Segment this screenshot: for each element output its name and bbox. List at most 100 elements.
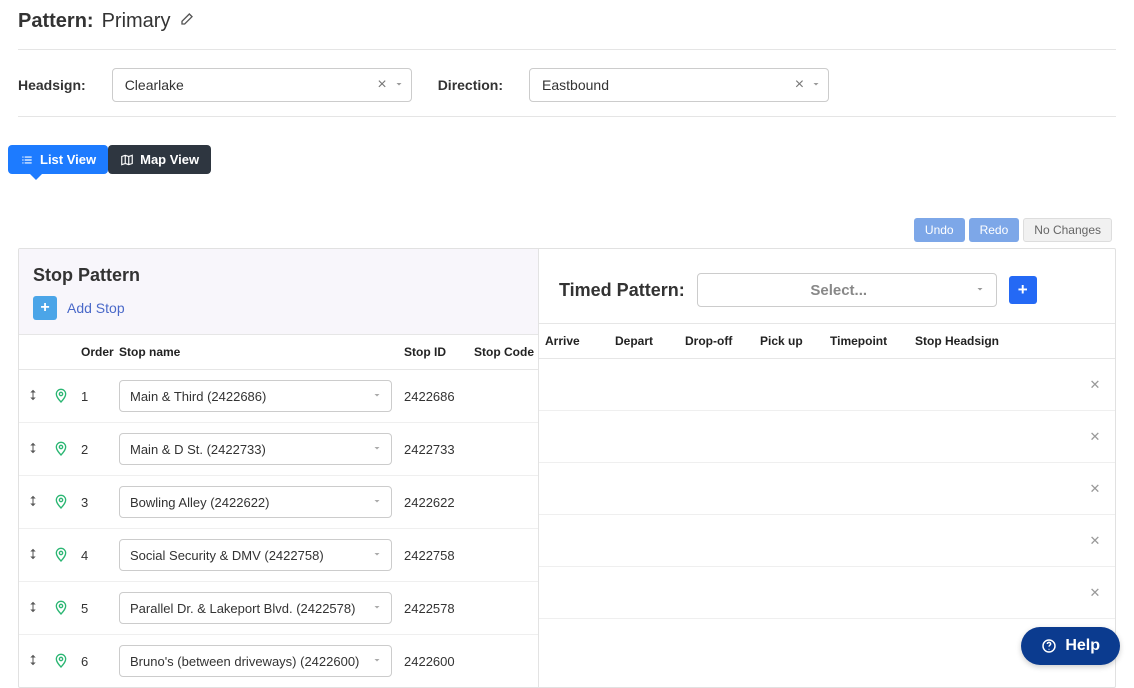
- table-row: 1Main & Third (2422686)2422686: [19, 370, 538, 423]
- stop-headsign-cell: [909, 515, 1075, 567]
- delete-stop-icon[interactable]: ✕: [1075, 359, 1115, 411]
- direction-select[interactable]: Eastbound ×: [529, 68, 829, 102]
- stop-select-value: Bowling Alley (2422622): [130, 495, 371, 510]
- stop-code-cell: [468, 423, 538, 476]
- depart-cell: [609, 411, 679, 463]
- order-cell: 4: [75, 529, 113, 582]
- pattern-label: Pattern:: [18, 10, 94, 33]
- headsign-clear-icon[interactable]: ×: [373, 76, 390, 94]
- timepoint-cell: [824, 619, 909, 671]
- redo-button[interactable]: Redo: [969, 218, 1020, 242]
- table-row: 6Bruno's (between driveways) (2422600)24…: [19, 635, 538, 688]
- map-view-label: Map View: [140, 152, 199, 167]
- stop-headsign-cell: [909, 359, 1075, 411]
- stop-pattern-title: Stop Pattern: [33, 265, 524, 286]
- stop-name-cell: Bowling Alley (2422622): [113, 476, 398, 529]
- pickup-cell: [754, 463, 824, 515]
- timepoint-cell: [824, 463, 909, 515]
- table-row: ✕: [539, 359, 1115, 411]
- chevron-down-icon: [371, 495, 383, 510]
- map-icon: [120, 153, 134, 167]
- add-timed-pattern-button[interactable]: +: [1009, 276, 1037, 304]
- stop-code-cell: [468, 635, 538, 688]
- arrive-cell: [539, 515, 609, 567]
- table-row: ✕: [539, 567, 1115, 619]
- dropoff-cell: [679, 515, 754, 567]
- arrive-cell: [539, 567, 609, 619]
- help-button[interactable]: Help: [1021, 627, 1120, 665]
- depart-cell: [609, 567, 679, 619]
- map-pin-icon[interactable]: [47, 582, 75, 635]
- delete-stop-icon[interactable]: ✕: [1075, 411, 1115, 463]
- depart-cell: [609, 515, 679, 567]
- stop-code-cell: [468, 529, 538, 582]
- map-pin-icon[interactable]: [47, 529, 75, 582]
- undo-button[interactable]: Undo: [914, 218, 965, 242]
- arrive-cell: [539, 463, 609, 515]
- changes-status: No Changes: [1023, 218, 1112, 242]
- col-stop-name: Stop name: [113, 335, 398, 370]
- map-pin-icon[interactable]: [47, 370, 75, 423]
- stop-name-cell: Bruno's (between driveways) (2422600): [113, 635, 398, 688]
- drag-handle-icon[interactable]: [19, 423, 47, 476]
- add-stop-button[interactable]: +: [33, 296, 57, 320]
- chevron-down-icon: [371, 389, 383, 404]
- col-blank: [19, 335, 47, 370]
- divider: [18, 116, 1116, 117]
- timepoint-cell: [824, 411, 909, 463]
- delete-stop-icon[interactable]: ✕: [1075, 567, 1115, 619]
- table-row: 5Parallel Dr. & Lakeport Blvd. (2422578)…: [19, 582, 538, 635]
- list-view-label: List View: [40, 152, 96, 167]
- delete-stop-icon[interactable]: ✕: [1075, 515, 1115, 567]
- add-stop-link[interactable]: Add Stop: [67, 300, 125, 316]
- col-dropoff: Drop-off: [679, 324, 754, 359]
- chevron-down-icon: [393, 77, 405, 93]
- direction-clear-icon[interactable]: ×: [791, 76, 808, 94]
- stop-name-cell: Main & Third (2422686): [113, 370, 398, 423]
- table-row: 2Main & D St. (2422733)2422733: [19, 423, 538, 476]
- map-pin-icon[interactable]: [47, 476, 75, 529]
- stop-name-cell: Main & D St. (2422733): [113, 423, 398, 476]
- dropoff-cell: [679, 359, 754, 411]
- stop-select[interactable]: Bowling Alley (2422622): [119, 486, 392, 518]
- drag-handle-icon[interactable]: [19, 582, 47, 635]
- stop-select-value: Parallel Dr. & Lakeport Blvd. (2422578): [130, 601, 371, 616]
- stop-select-value: Bruno's (between driveways) (2422600): [130, 654, 371, 669]
- tab-map-view[interactable]: Map View: [108, 145, 211, 174]
- drag-handle-icon[interactable]: [19, 476, 47, 529]
- stop-select[interactable]: Parallel Dr. & Lakeport Blvd. (2422578): [119, 592, 392, 624]
- timed-pattern-select[interactable]: Select...: [697, 273, 997, 307]
- stop-select[interactable]: Social Security & DMV (2422758): [119, 539, 392, 571]
- col-stop-headsign: Stop Headsign: [909, 324, 1075, 359]
- stop-select[interactable]: Main & Third (2422686): [119, 380, 392, 412]
- depart-cell: [609, 359, 679, 411]
- timepoint-cell: [824, 359, 909, 411]
- headsign-select[interactable]: Clearlake ×: [112, 68, 412, 102]
- divider: [18, 49, 1116, 50]
- stop-select[interactable]: Main & D St. (2422733): [119, 433, 392, 465]
- col-stop-id: Stop ID: [398, 335, 468, 370]
- tab-list-view[interactable]: List View: [8, 145, 108, 174]
- chevron-down-icon: [974, 282, 986, 299]
- pickup-cell: [754, 515, 824, 567]
- dropoff-cell: [679, 619, 754, 671]
- map-pin-icon[interactable]: [47, 635, 75, 688]
- chevron-down-icon: [810, 77, 822, 93]
- map-pin-icon[interactable]: [47, 423, 75, 476]
- direction-label: Direction:: [438, 77, 503, 93]
- drag-handle-icon[interactable]: [19, 635, 47, 688]
- col-blank: [1075, 324, 1115, 359]
- drag-handle-icon[interactable]: [19, 529, 47, 582]
- drag-handle-icon[interactable]: [19, 370, 47, 423]
- arrive-cell: [539, 619, 609, 671]
- headsign-label: Headsign:: [18, 77, 86, 93]
- pickup-cell: [754, 359, 824, 411]
- stop-id-cell: 2422622: [398, 476, 468, 529]
- list-icon: [20, 153, 34, 167]
- delete-stop-icon[interactable]: ✕: [1075, 463, 1115, 515]
- order-cell: 6: [75, 635, 113, 688]
- stop-name-cell: Social Security & DMV (2422758): [113, 529, 398, 582]
- stop-code-cell: [468, 476, 538, 529]
- stop-select[interactable]: Bruno's (between driveways) (2422600): [119, 645, 392, 677]
- edit-pattern-icon[interactable]: [178, 12, 194, 31]
